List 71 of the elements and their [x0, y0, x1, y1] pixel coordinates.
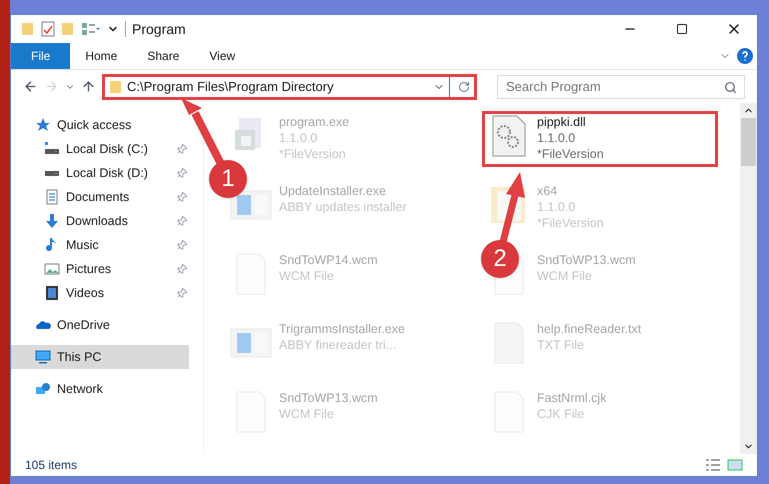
nav-label: OneDrive	[57, 316, 111, 334]
nav-item[interactable]: Documents	[11, 185, 189, 209]
status-text: 105 items	[25, 457, 78, 474]
nav-label: Documents	[66, 188, 130, 206]
drive-icon	[44, 170, 60, 176]
nav-label: Local Disk (D:)	[66, 164, 149, 182]
help-icon[interactable]	[737, 48, 753, 64]
nav-label: Network	[57, 380, 104, 398]
nav-item[interactable]: Network	[11, 377, 189, 401]
nav-item[interactable]: Videos	[11, 281, 189, 305]
view-list-icon[interactable]	[81, 22, 101, 36]
film-icon	[44, 285, 60, 301]
properties-icon[interactable]	[41, 21, 55, 37]
nav-item[interactable]: OneDrive	[11, 313, 189, 337]
file-detail: ABBY finereader tri...	[279, 337, 398, 353]
nav-item[interactable]: Local Disk (D:)	[11, 161, 189, 185]
nav-item[interactable]: Quick access	[11, 113, 189, 137]
nav-label: Music	[66, 236, 100, 254]
ribbon-tab[interactable]: Home	[70, 43, 132, 69]
large-icons-view-icon[interactable]	[727, 458, 743, 472]
maximize-icon	[676, 23, 688, 35]
folder-icon	[109, 80, 123, 94]
file-detail: WCM File	[279, 268, 335, 284]
nav-label: Downloads	[66, 212, 129, 230]
new-folder-icon[interactable]	[61, 22, 75, 36]
forward-icon[interactable]	[44, 79, 59, 94]
nav-label: This PC	[57, 348, 102, 366]
drive-icon	[44, 141, 60, 157]
nav-label: Local Disk (C:)	[66, 140, 149, 158]
address-path: C:\Program Files\Program Directory	[127, 78, 335, 96]
search-field[interactable]: Search Program	[497, 74, 745, 98]
file-detail: *FileVersion	[279, 146, 347, 162]
ribbon-tab[interactable]: File	[11, 43, 70, 69]
search-icon[interactable]	[724, 80, 737, 94]
file-detail: 1.1.0.0	[537, 130, 576, 146]
download-icon	[44, 213, 60, 229]
folder-icon	[21, 22, 35, 36]
address-bar[interactable]: C:\Program Files\Program Directory	[102, 74, 477, 100]
up-icon[interactable]	[81, 79, 96, 94]
picture-icon	[44, 261, 60, 277]
nav-label: Pictures	[66, 260, 112, 278]
file-detail: 1.1.0.0	[279, 130, 318, 146]
nav-label: Videos	[66, 284, 105, 302]
file-detail: *FileVersion	[537, 215, 604, 231]
nav-item[interactable]: Downloads	[11, 209, 189, 233]
nav-item[interactable]: This PC	[11, 345, 189, 369]
network-icon	[35, 381, 51, 397]
ribbon-tab[interactable]: Share	[132, 43, 194, 69]
scroll-thumb[interactable]	[741, 118, 756, 166]
file-detail: *FileVersion	[537, 146, 604, 162]
nav-label: Quick access	[57, 116, 132, 134]
nav-item[interactable]: Music	[11, 233, 189, 257]
window-title: Program	[132, 20, 186, 39]
file-detail: ABBY updates installer	[279, 199, 407, 215]
nav-item[interactable]: Local Disk (C:)	[11, 137, 189, 161]
file-detail: WCM File	[279, 406, 335, 422]
file-detail: WCM File	[537, 268, 593, 284]
annotation-arrow	[500, 172, 525, 243]
details-view-icon[interactable]	[705, 458, 721, 472]
back-icon[interactable]	[23, 79, 38, 94]
file-name[interactable]: pippki.dll	[537, 114, 604, 130]
ribbon-tab[interactable]: View	[194, 43, 250, 69]
file-detail: TXT File	[537, 337, 585, 353]
file-detail: 1.1.0.0	[537, 199, 576, 215]
refresh-icon[interactable]	[458, 80, 470, 92]
file-detail: CJK File	[537, 406, 586, 422]
nav-item[interactable]: Pictures	[11, 257, 189, 281]
monitor-icon	[35, 349, 51, 365]
scrollbar[interactable]	[740, 103, 757, 454]
star-icon	[35, 117, 51, 133]
document-icon	[44, 189, 60, 205]
